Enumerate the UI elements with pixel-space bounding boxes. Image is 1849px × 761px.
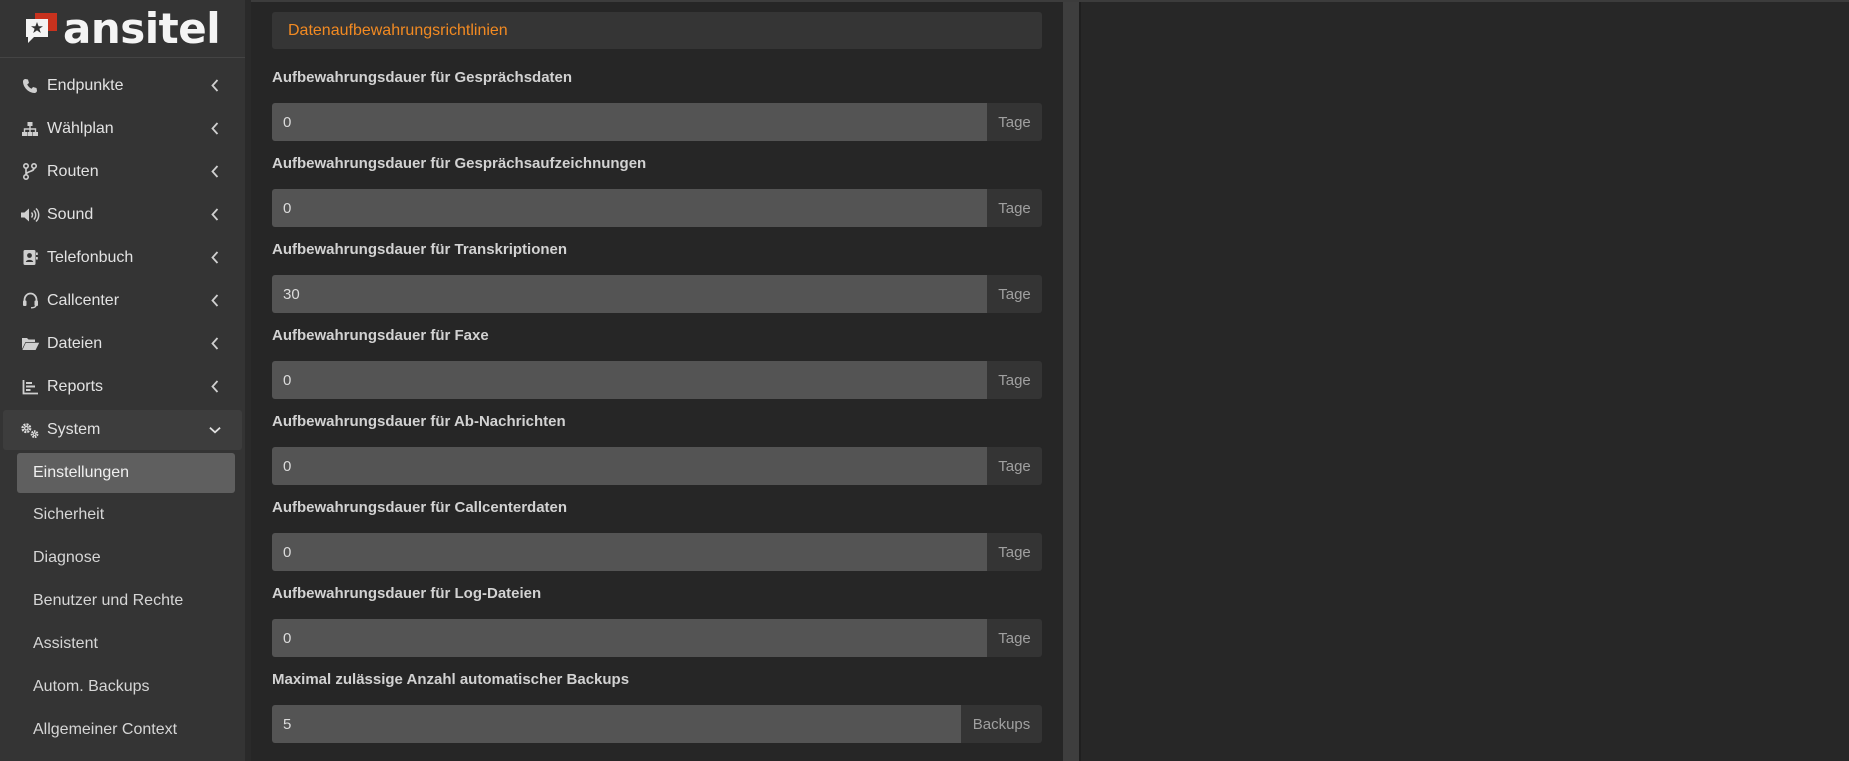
address-book-icon bbox=[20, 249, 40, 267]
system-submenu: Einstellungen Sicherheit Diagnose Benutz… bbox=[0, 450, 245, 751]
callcenterdaten-days-input[interactable] bbox=[272, 533, 987, 571]
sidebar-item-label: Wählplan bbox=[47, 119, 114, 137]
unit-addon: Tage bbox=[987, 361, 1042, 399]
sidebar-item-label: Endpunkte bbox=[47, 76, 124, 94]
field-label: Aufbewahrungsdauer für Log-Dateien bbox=[272, 585, 542, 602]
main-scrollbar[interactable] bbox=[1063, 2, 1079, 761]
unit-addon: Tage bbox=[987, 189, 1042, 227]
sidebar-item-label: Telefonbuch bbox=[47, 248, 134, 266]
sidebar-item-label: Sound bbox=[47, 205, 94, 223]
unit-addon: Tage bbox=[987, 619, 1042, 657]
phone-icon bbox=[20, 77, 40, 95]
chevron-left-icon bbox=[209, 337, 221, 351]
sidebar-item-endpunkte[interactable]: Endpunkte bbox=[0, 64, 245, 107]
unit-addon: Tage bbox=[987, 103, 1042, 141]
right-empty-pane bbox=[1081, 2, 1849, 761]
submenu-item-benutzer-und-rechte[interactable]: Benutzer und Rechte bbox=[0, 579, 245, 622]
field-transkriptionen: Aufbewahrungsdauer für Transkriptionen T… bbox=[272, 240, 1042, 313]
headset-icon bbox=[20, 292, 40, 310]
transkriptionen-days-input[interactable] bbox=[272, 275, 987, 313]
submenu-item-autom-backups[interactable]: Autom. Backups bbox=[0, 665, 245, 708]
chevron-left-icon bbox=[209, 294, 221, 308]
field-ab-nachrichten: Aufbewahrungsdauer für Ab-Nachrichten Ta… bbox=[272, 412, 1042, 485]
chevron-down-icon bbox=[209, 423, 221, 437]
folder-open-icon bbox=[20, 335, 40, 353]
submenu-item-assistent[interactable]: Assistent bbox=[0, 622, 245, 665]
sidebar-item-sound[interactable]: Sound bbox=[0, 193, 245, 236]
field-log-dateien: Aufbewahrungsdauer für Log-Dateien Tage bbox=[272, 584, 1042, 657]
faxe-days-input[interactable] bbox=[272, 361, 987, 399]
chevron-left-icon bbox=[209, 122, 221, 136]
submenu-item-einstellungen[interactable]: Einstellungen bbox=[17, 453, 235, 493]
chart-bar-icon bbox=[20, 378, 40, 396]
log-dateien-days-input[interactable] bbox=[272, 619, 987, 657]
submenu-item-diagnose[interactable]: Diagnose bbox=[0, 536, 245, 579]
sidebar-item-reports[interactable]: Reports bbox=[0, 365, 245, 408]
sidebar-item-label: Callcenter bbox=[47, 291, 120, 309]
max-backups-input[interactable] bbox=[272, 705, 961, 743]
sidebar-item-callcenter[interactable]: Callcenter bbox=[0, 279, 245, 322]
field-max-backups: Maximal zulässige Anzahl automatischer B… bbox=[272, 670, 1042, 743]
sidebar-item-label: Routen bbox=[47, 162, 99, 180]
sidebar-nav: Endpunkte Wählplan Routen Sound Telefonb… bbox=[0, 64, 245, 450]
submenu-item-allgemeiner-context[interactable]: Allgemeiner Context bbox=[0, 708, 245, 751]
chevron-left-icon bbox=[209, 208, 221, 222]
unit-addon: Tage bbox=[987, 275, 1042, 313]
sidebar-item-telefonbuch[interactable]: Telefonbuch bbox=[0, 236, 245, 279]
unit-addon: Tage bbox=[987, 533, 1042, 571]
field-callcenterdaten: Aufbewahrungsdauer für Callcenterdaten T… bbox=[272, 498, 1042, 571]
brand-logo[interactable]: ansitel bbox=[0, 0, 245, 58]
sidebar-item-routen[interactable]: Routen bbox=[0, 150, 245, 193]
unit-addon: Backups bbox=[961, 705, 1042, 743]
field-gespraechsdaten: Aufbewahrungsdauer für Gesprächsdaten Ta… bbox=[272, 68, 1042, 141]
field-faxe: Aufbewahrungsdauer für Faxe Tage bbox=[272, 326, 1042, 399]
field-label: Maximal zulässige Anzahl automatischer B… bbox=[272, 671, 630, 688]
sidebar-item-dateien[interactable]: Dateien bbox=[0, 322, 245, 365]
sidebar-item-waehlplan[interactable]: Wählplan bbox=[0, 107, 245, 150]
sidebar-item-system[interactable]: System bbox=[3, 410, 242, 450]
field-gespraechsaufzeichnungen: Aufbewahrungsdauer für Gesprächsaufzeich… bbox=[272, 154, 1042, 227]
chevron-left-icon bbox=[209, 380, 221, 394]
volume-icon bbox=[20, 206, 40, 224]
chevron-left-icon bbox=[209, 79, 221, 93]
sidebar: ansitel Endpunkte Wählplan Routen Sound … bbox=[0, 0, 245, 761]
sidebar-item-label: Dateien bbox=[47, 334, 103, 352]
unit-addon: Tage bbox=[987, 447, 1042, 485]
sidebar-item-label: Reports bbox=[47, 377, 104, 395]
submenu-item-sicherheit[interactable]: Sicherheit bbox=[0, 493, 245, 536]
logo-chat-star-icon bbox=[24, 11, 60, 47]
chevron-left-icon bbox=[209, 251, 221, 265]
field-label: Aufbewahrungsdauer für Callcenterdaten bbox=[272, 499, 568, 516]
field-label: Aufbewahrungsdauer für Faxe bbox=[272, 327, 489, 344]
field-label: Aufbewahrungsdauer für Gesprächsaufzeich… bbox=[272, 155, 647, 172]
sitemap-icon bbox=[20, 120, 40, 138]
gespraechsdaten-days-input[interactable] bbox=[272, 103, 987, 141]
brand-name: ansitel bbox=[63, 3, 221, 53]
field-label: Aufbewahrungsdauer für Transkriptionen bbox=[272, 241, 568, 258]
field-label: Aufbewahrungsdauer für Ab-Nachrichten bbox=[272, 413, 566, 430]
sidebar-item-label: System bbox=[47, 421, 101, 438]
panel-title: Datenaufbewahrungsrichtlinien bbox=[272, 12, 1042, 49]
ab-nachrichten-days-input[interactable] bbox=[272, 447, 987, 485]
field-label: Aufbewahrungsdauer für Gesprächsdaten bbox=[272, 69, 573, 86]
code-branch-icon bbox=[20, 163, 40, 181]
gears-icon bbox=[20, 421, 40, 439]
chevron-left-icon bbox=[209, 165, 221, 179]
gespraechsaufzeichnungen-days-input[interactable] bbox=[272, 189, 987, 227]
